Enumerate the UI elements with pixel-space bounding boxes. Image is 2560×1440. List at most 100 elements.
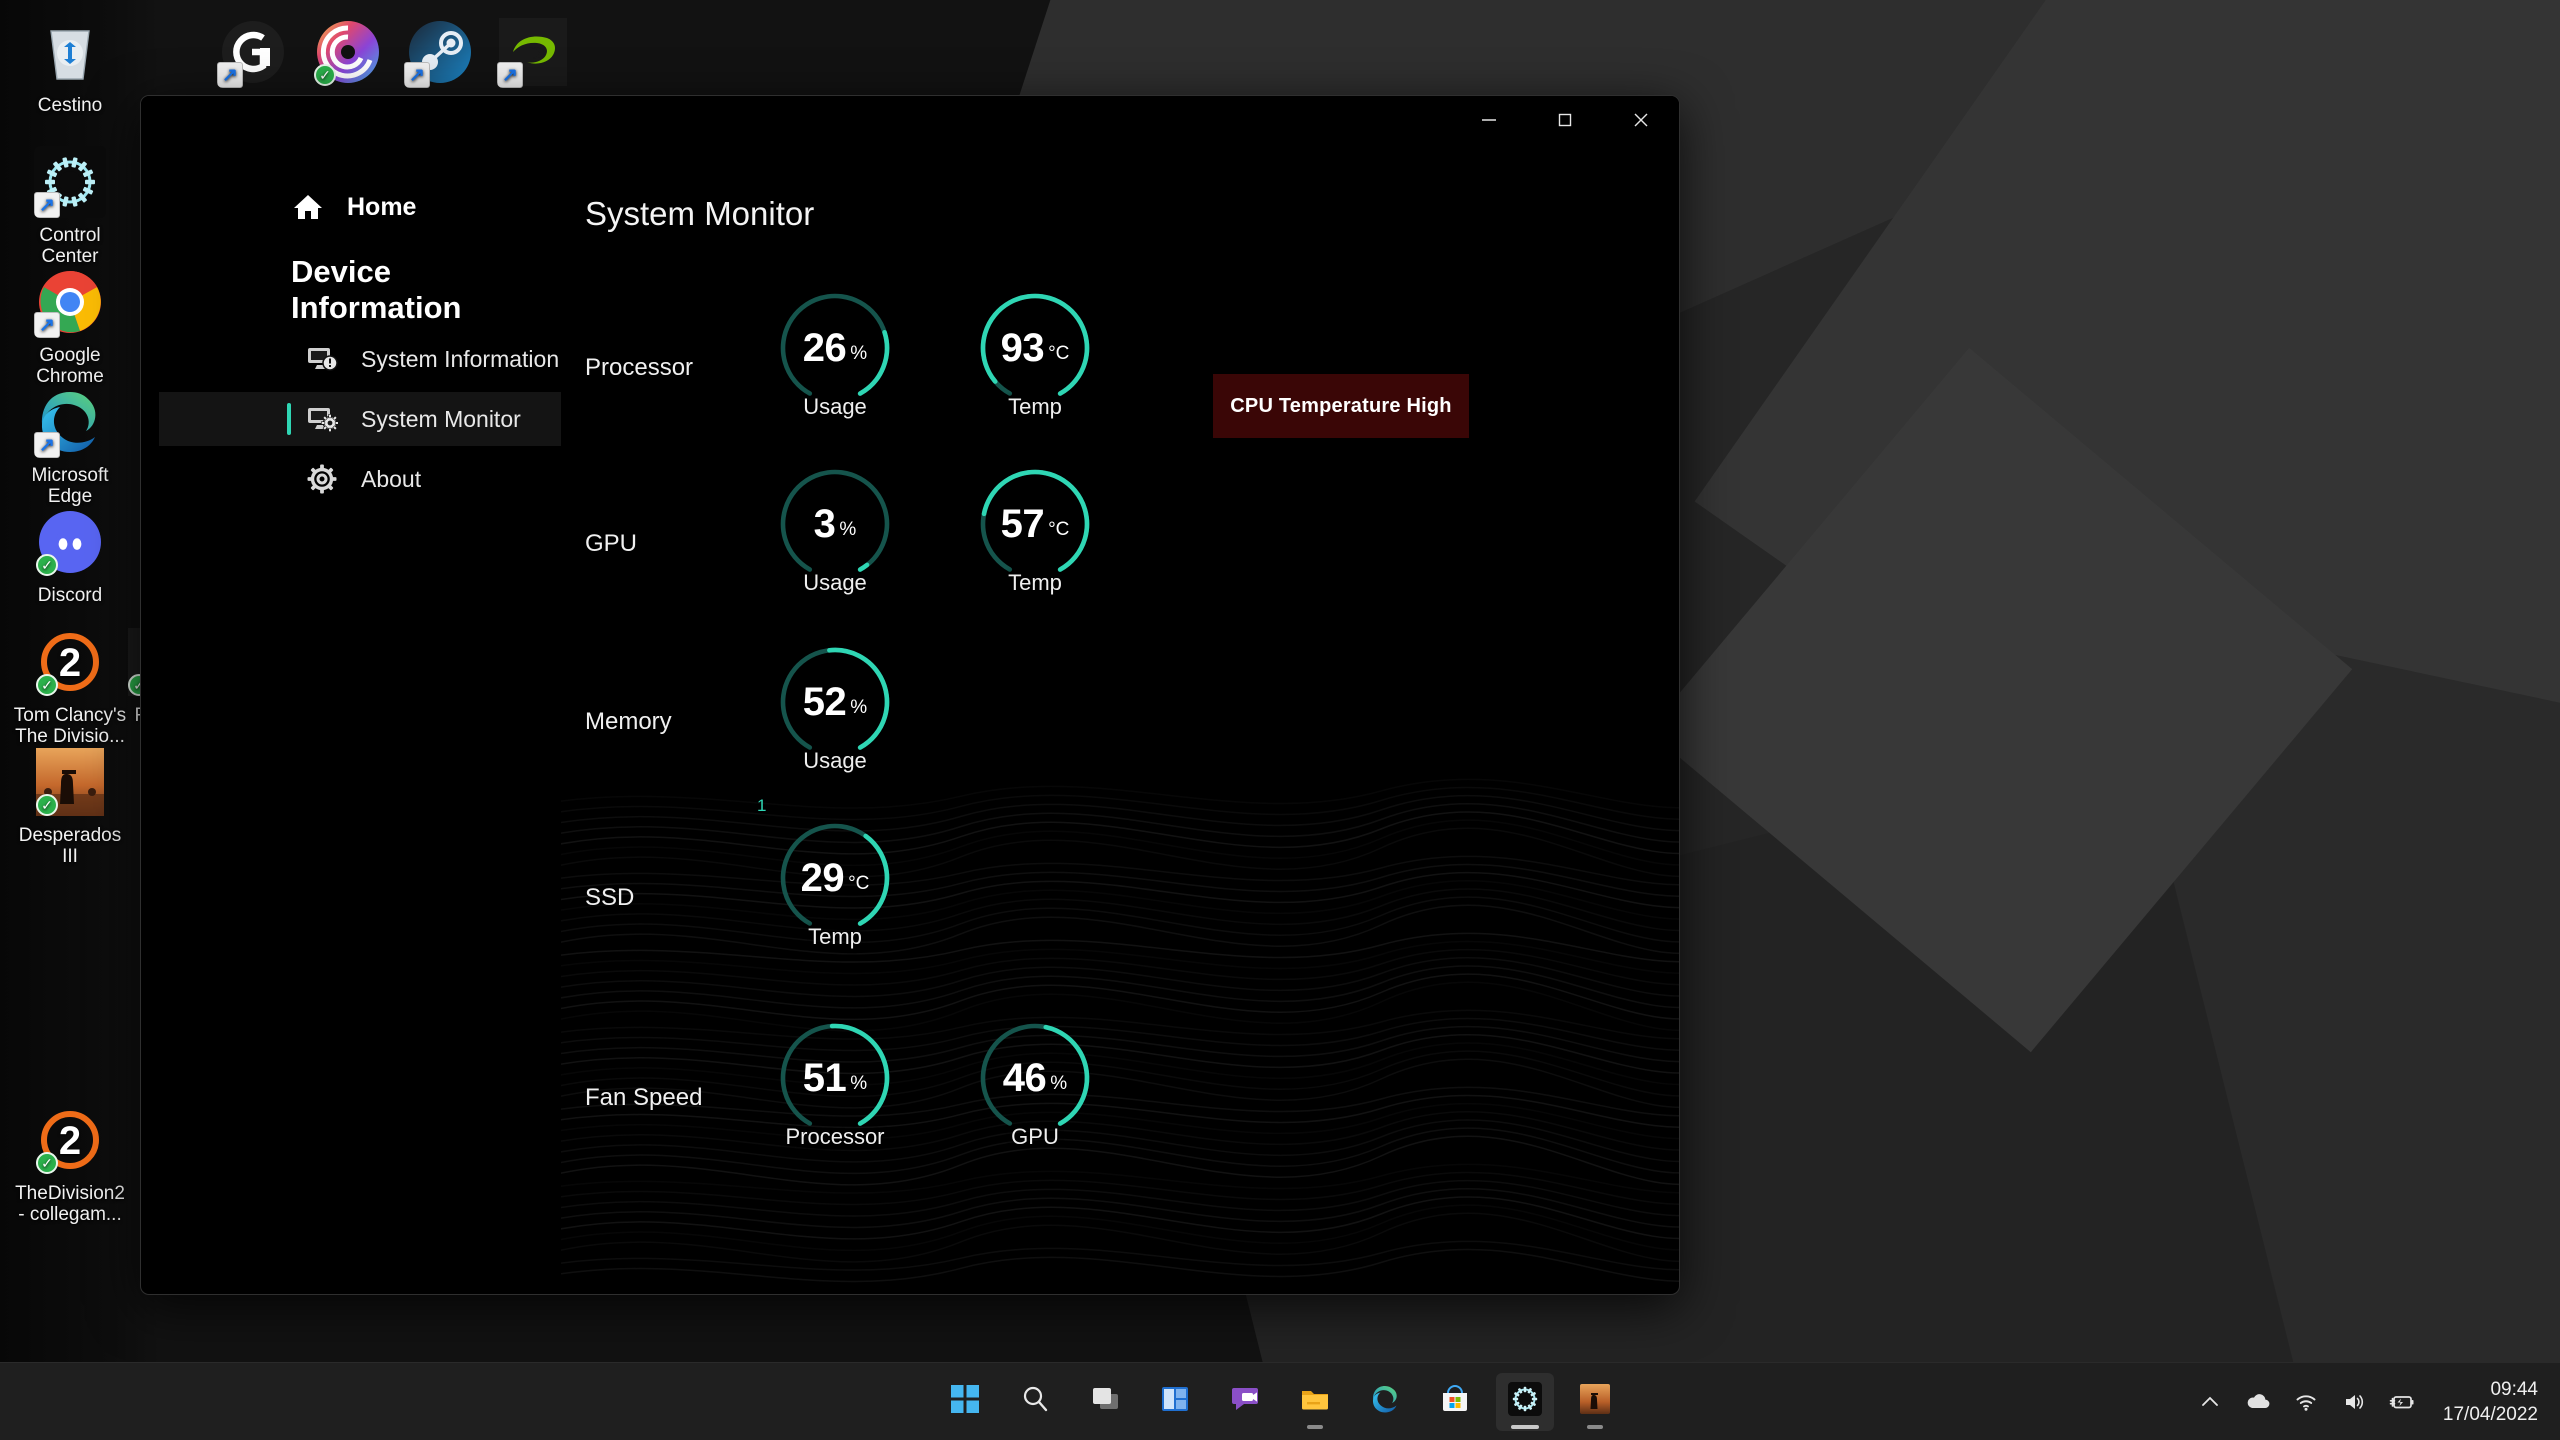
gauge-unit: °C bbox=[1048, 519, 1070, 540]
metric-row-memory: Memory 52% Usage bbox=[561, 642, 1679, 818]
sidebar-item-about[interactable]: About bbox=[159, 452, 561, 506]
task-view-button[interactable] bbox=[1076, 1373, 1134, 1431]
sidebar-item-home[interactable]: Home bbox=[291, 190, 561, 224]
metric-row-label: GPU bbox=[585, 530, 638, 557]
shortcut-arrow-icon: ↗ bbox=[404, 62, 430, 88]
gauge-unit: % bbox=[850, 1073, 868, 1094]
metric-row-label: Processor bbox=[585, 354, 694, 381]
search-icon bbox=[1020, 1384, 1050, 1419]
gauge-value: 93 bbox=[1000, 325, 1045, 370]
gauge-usage: 52% Usage bbox=[751, 642, 919, 774]
gauge-caption: Usage bbox=[803, 394, 867, 419]
minimize-button[interactable] bbox=[1451, 96, 1527, 144]
gauge-value: 26 bbox=[802, 325, 847, 370]
sidebar-item-label: System Monitor bbox=[361, 405, 521, 432]
file-explorer-icon bbox=[1300, 1384, 1330, 1419]
wifi-tray-icon[interactable] bbox=[2291, 1387, 2321, 1417]
sidebar-item-system-information[interactable]: System Information bbox=[159, 332, 561, 386]
main-content: System Monitor CPU Temperature High Proc… bbox=[561, 148, 1679, 1294]
maximize-button[interactable] bbox=[1527, 96, 1603, 144]
gauge-readout: 29 °C bbox=[775, 818, 895, 938]
gauge-ring: 46% bbox=[975, 1018, 1095, 1138]
svg-text:2: 2 bbox=[59, 641, 81, 685]
gauge-ring: 26% bbox=[775, 288, 895, 408]
monitor-info-icon bbox=[305, 342, 339, 376]
metric-row-gpu: GPU 3% Usage 57 °C Temp bbox=[561, 464, 1679, 640]
gauge-index-label: 1 bbox=[757, 796, 767, 815]
gauge-temp: 1 29 °C Temp bbox=[751, 796, 919, 950]
gauge-readout: 51% bbox=[775, 1018, 895, 1138]
gauge-usage: 3% Usage bbox=[751, 464, 919, 596]
gauge-group: 52% Usage bbox=[751, 642, 919, 774]
desktop-icon-label: TheDivision2 - collegam... bbox=[15, 1183, 125, 1225]
metric-row-label: Fan Speed bbox=[585, 1084, 703, 1111]
volume-tray-icon[interactable] bbox=[2339, 1387, 2369, 1417]
gauge-readout: 46% bbox=[975, 1018, 1095, 1138]
gauge-ring: 52% bbox=[775, 642, 895, 762]
control-center-icon bbox=[1508, 1382, 1542, 1421]
gauge-group: 1 29 °C Temp bbox=[751, 796, 919, 950]
running-indicator bbox=[1511, 1424, 1539, 1429]
gauge-value: 51 bbox=[802, 1055, 847, 1100]
gauge-value: 29 bbox=[800, 855, 845, 900]
metric-row-label: SSD bbox=[585, 884, 635, 911]
gauge-group: 51% Processor 46% GPU bbox=[751, 1018, 1119, 1150]
gauge-readout: 26% bbox=[775, 288, 895, 408]
gauge-value: 57 bbox=[1000, 501, 1045, 546]
desktop-icon-discord[interactable]: ✓ Discord bbox=[8, 506, 132, 606]
sidebar-home-label: Home bbox=[347, 192, 417, 221]
shortcut-arrow-icon: ↗ bbox=[34, 192, 60, 218]
widgets-button[interactable] bbox=[1146, 1373, 1204, 1431]
home-icon bbox=[291, 190, 325, 224]
gauge-unit: % bbox=[850, 697, 868, 718]
gauge-readout: 52% bbox=[775, 642, 895, 762]
file-explorer-button[interactable] bbox=[1286, 1373, 1344, 1431]
desktop-icon-label: Discord bbox=[37, 585, 103, 606]
control-center-window: Home Device Information System Informati… bbox=[140, 95, 1680, 1295]
shortcut-arrow-icon: ↗ bbox=[497, 62, 523, 88]
desktop-icon-label: Cestino bbox=[37, 95, 103, 116]
monitor-gear-icon bbox=[305, 402, 339, 436]
maximize-icon bbox=[1558, 113, 1572, 127]
search-button[interactable] bbox=[1006, 1373, 1064, 1431]
desktop-icon-control-center[interactable]: ↗ Control Center bbox=[8, 146, 132, 267]
control-center-button[interactable] bbox=[1496, 1372, 1554, 1431]
gauge-ring: 3% bbox=[775, 464, 895, 584]
shortcut-arrow-icon: ↗ bbox=[34, 432, 60, 458]
gauge-caption: Usage bbox=[803, 748, 867, 773]
show-hidden-icons[interactable] bbox=[2195, 1387, 2225, 1417]
taskbar-buttons bbox=[936, 1372, 1624, 1431]
metric-row-fan-speed: Fan Speed 51% Processor 46% GPU bbox=[561, 1018, 1679, 1194]
edge-button[interactable] bbox=[1356, 1373, 1414, 1431]
running-indicator bbox=[1587, 1424, 1603, 1429]
sync-check-icon: ✓ bbox=[36, 794, 58, 816]
start-button[interactable] bbox=[936, 1373, 994, 1431]
close-button[interactable] bbox=[1603, 96, 1679, 144]
microsoft-edge-icon bbox=[1370, 1384, 1400, 1419]
sidebar: Home Device Information System Informati… bbox=[141, 148, 561, 1294]
desktop-icon-microsoft-edge[interactable]: ↗ Microsoft Edge bbox=[8, 386, 132, 507]
desktop-icon-the-division-2[interactable]: 2 ✓ TheDivision2 - collegam... bbox=[8, 1104, 132, 1225]
metric-row-ssd: SSD 1 29 °C Temp bbox=[561, 796, 1679, 994]
sidebar-item-system-monitor[interactable]: System Monitor bbox=[159, 392, 561, 446]
gauge-value: 46 bbox=[1002, 1055, 1047, 1100]
desktop-icon-recycle-bin[interactable]: Cestino bbox=[8, 16, 132, 116]
desktop-icon-desperados-iii[interactable]: ✓ Desperados III bbox=[8, 746, 132, 867]
gear-icon bbox=[305, 462, 339, 496]
sidebar-section-title: Device Information bbox=[291, 254, 462, 325]
store-button[interactable] bbox=[1426, 1373, 1484, 1431]
desktop-icon-label: Control Center bbox=[39, 225, 101, 267]
teams-chat-icon bbox=[1230, 1384, 1260, 1419]
sync-check-icon: ✓ bbox=[314, 64, 336, 86]
windows-start-icon bbox=[950, 1384, 980, 1419]
sidebar-item-label: System Information bbox=[361, 345, 560, 372]
taskbar-clock[interactable]: 09:44 17/04/2022 bbox=[2435, 1377, 2538, 1427]
desktop-icon-google-chrome[interactable]: ↗ Google Chrome bbox=[8, 266, 132, 387]
microsoft-store-icon bbox=[1440, 1384, 1470, 1419]
onedrive-tray-icon[interactable] bbox=[2243, 1387, 2273, 1417]
gauge-group: 3% Usage 57 °C Temp bbox=[751, 464, 1119, 596]
desktop-icon-label: Google Chrome bbox=[36, 345, 104, 387]
battery-tray-icon[interactable] bbox=[2387, 1387, 2417, 1417]
desperados-button[interactable] bbox=[1566, 1373, 1624, 1431]
chat-button[interactable] bbox=[1216, 1373, 1274, 1431]
